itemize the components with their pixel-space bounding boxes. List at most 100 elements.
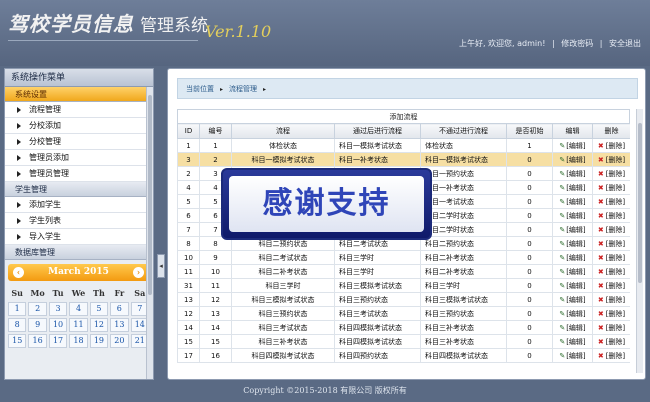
edit-link[interactable]: [编辑] <box>566 184 585 192</box>
delete-cell: ✖ [删除] <box>592 236 630 251</box>
table-row[interactable]: 12 13 科目三预约状态 科目三考试状态 科目三预约状态 0 ✎[编辑] ✖ [删除] <box>177 306 630 321</box>
table-row[interactable]: 1 1 体检状态 科目一模拟考试状态 体检状态 1 ✎[编辑] ✖ [删除] <box>177 138 630 153</box>
calendar-day[interactable]: 10 <box>48 318 68 332</box>
delete-link[interactable]: [删除] <box>606 212 625 220</box>
calendar-day[interactable]: 8 <box>8 318 27 332</box>
calendar-day[interactable]: 16 <box>28 334 47 348</box>
delete-link[interactable]: [删除] <box>606 142 625 150</box>
sidebar-section-students[interactable]: 学生管理 <box>5 182 153 197</box>
delete-link[interactable]: [删除] <box>606 170 625 178</box>
delete-link[interactable]: [删除] <box>606 268 625 276</box>
sidebar-item-student-import[interactable]: 导入学生 <box>5 229 153 245</box>
calendar-day[interactable]: 9 <box>28 318 47 332</box>
thanks-overlay: 感谢支持 <box>221 168 432 240</box>
sidebar-item-branch-manage[interactable]: 分校管理 <box>5 134 153 150</box>
table-cell: 11 <box>199 278 232 293</box>
calendar-day[interactable]: 2 <box>28 302 47 316</box>
delete-cell: ✖ [删除] <box>592 264 630 279</box>
edit-link[interactable]: [编辑] <box>566 254 585 262</box>
delete-link[interactable]: [删除] <box>606 310 625 318</box>
table-row[interactable]: 15 15 科目三补考状态 科目四模拟考试状态 科目三补考状态 0 ✎[编辑] ✖ [删除] <box>177 334 630 349</box>
calendar-day[interactable]: 4 <box>69 302 88 316</box>
column-header: 流程 <box>231 123 335 139</box>
collapse-sidebar-button[interactable]: ◂ <box>157 254 165 278</box>
table-cell: 0 <box>506 320 553 335</box>
delete-link[interactable]: [删除] <box>606 352 625 360</box>
edit-cell: ✎[编辑] <box>552 152 593 167</box>
sidebar-scrollbar[interactable] <box>146 87 153 379</box>
edit-link[interactable]: [编辑] <box>566 296 585 304</box>
edit-link[interactable]: [编辑] <box>566 338 585 346</box>
sidebar-item-admin-add[interactable]: 管理员添加 <box>5 150 153 166</box>
table-row[interactable]: 14 14 科目三考试状态 科目四模拟考试状态 科目三补考状态 0 ✎[编辑] ✖ [删除] <box>177 320 630 335</box>
main-scrollbar[interactable] <box>636 109 643 373</box>
change-password-link[interactable]: 修改密码 <box>561 39 593 48</box>
table-cell: 科目一补考状态 <box>334 152 421 167</box>
calendar-day[interactable]: 17 <box>48 334 68 348</box>
table-row[interactable]: 3 2 科目一模拟考试状态 科目一补考状态 科目一模拟考试状态 0 ✎[编辑] ✖ [删除] <box>177 152 630 167</box>
table-cell: 10 <box>199 264 232 279</box>
edit-link[interactable]: [编辑] <box>566 142 585 150</box>
edit-link[interactable]: [编辑] <box>566 282 585 290</box>
sidebar-item-branch-add[interactable]: 分校添加 <box>5 118 153 134</box>
edit-link[interactable]: [编辑] <box>566 226 585 234</box>
edit-link[interactable]: [编辑] <box>566 198 585 206</box>
scrollbar-thumb[interactable] <box>148 95 152 295</box>
calendar-day[interactable]: 18 <box>69 334 88 348</box>
edit-cell: ✎[编辑] <box>552 138 593 153</box>
calendar-day[interactable]: 11 <box>69 318 88 332</box>
sidebar-item-student-add[interactable]: 添加学生 <box>5 197 153 213</box>
table-cell: 12 <box>199 292 232 307</box>
delete-link[interactable]: [删除] <box>606 198 625 206</box>
table-row[interactable]: 31 11 科目三学时 科目三模拟考试状态 科目三学时 0 ✎[编辑] ✖ [删除] <box>177 278 630 293</box>
add-process-link[interactable]: 添加流程 <box>177 109 630 123</box>
calendar-day[interactable]: 20 <box>110 334 129 348</box>
scrollbar-thumb[interactable] <box>638 123 642 283</box>
delete-link[interactable]: [删除] <box>606 226 625 234</box>
delete-link[interactable]: [删除] <box>606 240 625 248</box>
column-header: 删除 <box>592 123 630 139</box>
next-month-icon[interactable]: › <box>133 267 144 278</box>
delete-link[interactable]: [删除] <box>606 156 625 164</box>
edit-link[interactable]: [编辑] <box>566 324 585 332</box>
sidebar-item-label: 管理员添加 <box>29 153 69 162</box>
edit-link[interactable]: [编辑] <box>566 268 585 276</box>
sidebar-item-label: 流程管理 <box>29 105 61 114</box>
edit-link[interactable]: [编辑] <box>566 170 585 178</box>
sidebar-item-student-list[interactable]: 学生列表 <box>5 213 153 229</box>
calendar-day[interactable]: 12 <box>89 318 109 332</box>
edit-link[interactable]: [编辑] <box>566 240 585 248</box>
edit-link[interactable]: [编辑] <box>566 212 585 220</box>
breadcrumb-current-label[interactable]: 当前位置 <box>186 85 214 93</box>
calendar-day[interactable]: 6 <box>110 302 129 316</box>
delete-link[interactable]: [删除] <box>606 296 625 304</box>
calendar-day[interactable]: 19 <box>89 334 109 348</box>
logout-link[interactable]: 安全退出 <box>609 39 641 48</box>
delete-link[interactable]: [删除] <box>606 338 625 346</box>
calendar-day[interactable]: 1 <box>8 302 27 316</box>
breadcrumb-page[interactable]: 流程管理 <box>229 85 257 93</box>
pencil-icon: ✎ <box>559 141 566 150</box>
table-cell: 科目四模拟考试状态 <box>231 348 335 363</box>
sidebar-section-system[interactable]: 系统设置 <box>5 87 153 102</box>
table-row[interactable]: 17 16 科目四模拟考试状态 科目四预约状态 科目四模拟考试状态 0 ✎[编辑] ✖ [删除] <box>177 348 630 363</box>
table-row[interactable]: 10 9 科目二考试状态 科目三学时 科目二补考状态 0 ✎[编辑] ✖ [删除] <box>177 250 630 265</box>
delete-link[interactable]: [删除] <box>606 184 625 192</box>
delete-link[interactable]: [删除] <box>606 324 625 332</box>
calendar-day[interactable]: 5 <box>89 302 109 316</box>
table-row[interactable]: 11 10 科目二补考状态 科目三学时 科目二补考状态 0 ✎[编辑] ✖ [删除] <box>177 264 630 279</box>
sidebar-item-process[interactable]: 流程管理 <box>5 102 153 118</box>
sidebar-item-admin-manage[interactable]: 管理员管理 <box>5 166 153 182</box>
pencil-icon: ✎ <box>559 281 566 290</box>
delete-link[interactable]: [删除] <box>606 254 625 262</box>
edit-link[interactable]: [编辑] <box>566 310 585 318</box>
prev-month-icon[interactable]: ‹ <box>13 267 24 278</box>
table-row[interactable]: 13 12 科目三模拟考试状态 科目三预约状态 科目三模拟考试状态 0 ✎[编辑] ✖ [删除] <box>177 292 630 307</box>
sidebar-section-database[interactable]: 数据库管理 <box>5 245 153 260</box>
calendar-day[interactable]: 13 <box>110 318 129 332</box>
edit-link[interactable]: [编辑] <box>566 156 585 164</box>
calendar-day[interactable]: 3 <box>48 302 68 316</box>
edit-link[interactable]: [编辑] <box>566 352 585 360</box>
delete-link[interactable]: [删除] <box>606 282 625 290</box>
calendar-day[interactable]: 15 <box>8 334 27 348</box>
